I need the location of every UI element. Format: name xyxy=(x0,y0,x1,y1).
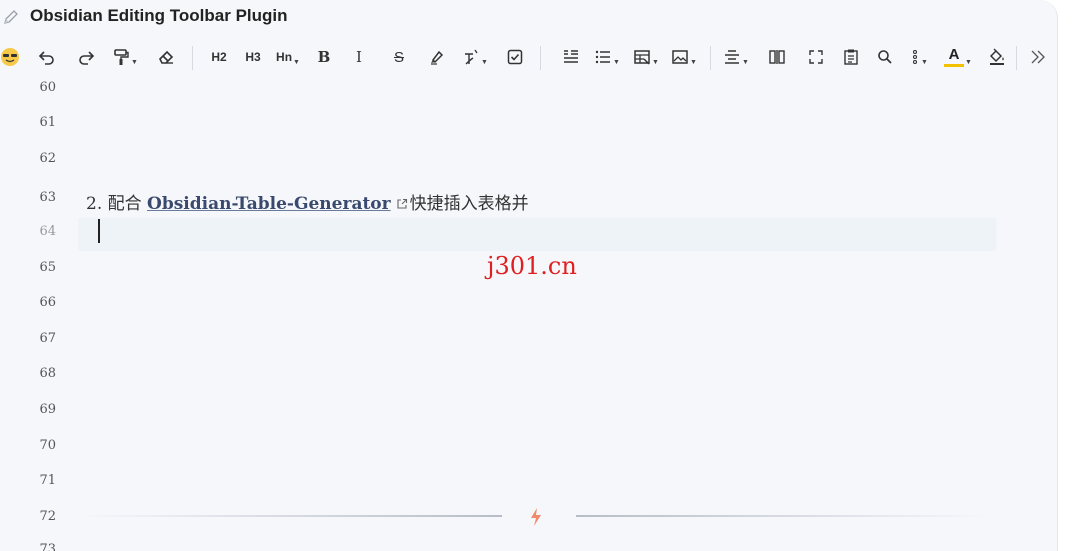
toolbar-separator xyxy=(1016,46,1017,70)
watermark: j301.cn xyxy=(487,252,577,280)
line-number: 73 xyxy=(39,542,56,551)
chevron-down-icon: ▼ xyxy=(293,58,300,66)
align-button[interactable]: ▼ xyxy=(720,40,752,74)
strikethrough-button[interactable]: S xyxy=(384,40,414,74)
active-line-highlight xyxy=(78,218,996,251)
editor-area[interactable]: 60 61 62 63 64 65 66 67 68 69 70 71 72 7… xyxy=(0,78,1057,551)
horizontal-rule-right xyxy=(576,515,986,517)
text-cursor xyxy=(98,219,100,243)
app-window: Obsidian Editing Toolbar Plugin ▼ H2 H3 … xyxy=(0,0,1058,551)
window-title: Obsidian Editing Toolbar Plugin xyxy=(30,6,288,25)
paint-roller-icon xyxy=(114,49,129,65)
vertical-dots-icon xyxy=(912,49,918,65)
background-color-button[interactable] xyxy=(982,40,1012,74)
chevron-down-icon: ▼ xyxy=(613,58,620,66)
line-number: 71 xyxy=(39,473,56,488)
line-number: 62 xyxy=(39,151,56,166)
highlight-button[interactable] xyxy=(422,40,452,74)
line-number: 60 xyxy=(39,80,56,95)
format-painter-button[interactable]: ▼ xyxy=(110,40,140,74)
chevron-down-icon: ▼ xyxy=(131,58,138,66)
highlighter-icon xyxy=(431,50,444,65)
line-number: 68 xyxy=(39,366,56,381)
paragraph-format-button[interactable] xyxy=(556,40,586,74)
fullscreen-button[interactable] xyxy=(801,40,831,74)
clear-format-button[interactable] xyxy=(151,40,181,74)
emoji-icon[interactable] xyxy=(0,40,25,74)
undo-button[interactable] xyxy=(32,40,62,74)
paint-bucket-icon xyxy=(989,48,1004,65)
double-chevron-right-icon xyxy=(1031,50,1045,64)
horizontal-rule-left xyxy=(80,515,502,517)
toolbar-separator xyxy=(192,46,193,70)
expand-toolbar-button[interactable] xyxy=(1024,40,1052,74)
list-icon xyxy=(595,50,611,64)
line-number: 66 xyxy=(39,295,56,310)
line-number: 61 xyxy=(39,115,56,130)
editing-toolbar: ▼ H2 H3 Hn ▼ B I S ▼ ▼ ▼ ▼ ▼ ▼ A ▼ xyxy=(0,40,1057,76)
clipboard-icon xyxy=(844,49,858,65)
columns-button[interactable] xyxy=(762,40,792,74)
line-number: 72 xyxy=(39,509,56,524)
lightning-icon xyxy=(528,507,544,531)
heading-n-button[interactable]: Hn ▼ xyxy=(271,40,305,74)
chevron-down-icon: ▼ xyxy=(690,58,697,66)
undo-icon xyxy=(38,51,54,65)
text-color-button[interactable]: A ▼ xyxy=(943,40,973,74)
chevron-down-icon: ▼ xyxy=(652,58,659,66)
line-number: 70 xyxy=(39,438,56,453)
line-number-active: 64 xyxy=(39,224,56,239)
align-center-icon xyxy=(725,50,740,64)
title-bar: Obsidian Editing Toolbar Plugin xyxy=(0,0,1057,36)
redo-icon xyxy=(79,51,95,65)
image-icon xyxy=(672,50,688,64)
line-number: 67 xyxy=(39,331,56,346)
line-number: 69 xyxy=(39,402,56,417)
toolbar-separator xyxy=(710,46,711,70)
bold-button[interactable]: B xyxy=(309,40,339,74)
image-button[interactable]: ▼ xyxy=(668,40,700,74)
columns-icon xyxy=(769,50,785,64)
chevron-down-icon: ▼ xyxy=(481,58,488,66)
line-number: 65 xyxy=(39,260,56,275)
toolbar-separator xyxy=(540,46,541,70)
search-icon xyxy=(878,50,892,64)
text-style-button[interactable]: ▼ xyxy=(459,40,491,74)
chevron-down-icon: ▼ xyxy=(965,58,972,66)
search-button[interactable] xyxy=(870,40,900,74)
italic-button[interactable]: I xyxy=(344,40,374,74)
text-color-swatch xyxy=(944,64,965,67)
more-options-button[interactable]: ▼ xyxy=(903,40,935,74)
checkbox-button[interactable] xyxy=(500,40,530,74)
text-color-icon: A xyxy=(944,46,965,67)
heading-3-button[interactable]: H3 xyxy=(238,40,268,74)
line-number: 63 xyxy=(39,190,56,205)
list-item-prefix: 2. 配合 xyxy=(86,194,148,214)
pencil-icon xyxy=(2,8,20,26)
fullscreen-icon xyxy=(809,50,823,64)
chevron-down-icon: ▼ xyxy=(921,58,928,66)
table-button[interactable]: ▼ xyxy=(630,40,662,74)
ruby-text-icon xyxy=(465,49,478,65)
redo-button[interactable] xyxy=(71,40,101,74)
list-button[interactable]: ▼ xyxy=(591,40,623,74)
table-icon xyxy=(634,50,650,65)
clipboard-button[interactable] xyxy=(836,40,866,74)
eraser-icon xyxy=(159,50,174,64)
chevron-down-icon: ▼ xyxy=(742,58,749,66)
external-link[interactable]: Obsidian-Table-Generator xyxy=(147,194,391,214)
editor-line-63[interactable]: 2. 配合 Obsidian-Table-Generator 快捷插入表格并 xyxy=(86,189,529,215)
checkbox-icon xyxy=(507,49,523,65)
heading-2-button[interactable]: H2 xyxy=(204,40,234,74)
align-lines-icon xyxy=(564,50,578,63)
list-item-suffix: 快捷插入表格并 xyxy=(409,194,529,214)
external-link-icon xyxy=(396,195,408,215)
text-color-label: A xyxy=(948,46,960,63)
heading-n-label: Hn xyxy=(276,50,293,64)
